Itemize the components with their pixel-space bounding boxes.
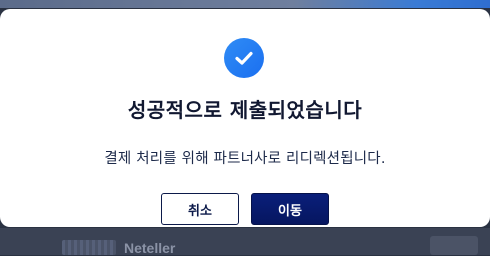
partner-logo-image [62, 240, 116, 255]
top-accent-bar [0, 0, 490, 8]
go-button[interactable]: 이동 [251, 193, 329, 225]
dialog-title: 성공적으로 제출되었습니다 [127, 98, 363, 122]
background-placeholder [430, 236, 478, 255]
partner-name: Neteller [124, 240, 176, 256]
check-circle-icon [224, 38, 264, 78]
success-dialog: 성공적으로 제출되었습니다 결제 처리를 위해 파트너사로 리디렉션됩니다. 취… [0, 9, 490, 227]
cancel-button[interactable]: 취소 [161, 193, 239, 225]
dialog-message: 결제 처리를 위해 파트너사로 리디렉션됩니다. [104, 151, 386, 167]
